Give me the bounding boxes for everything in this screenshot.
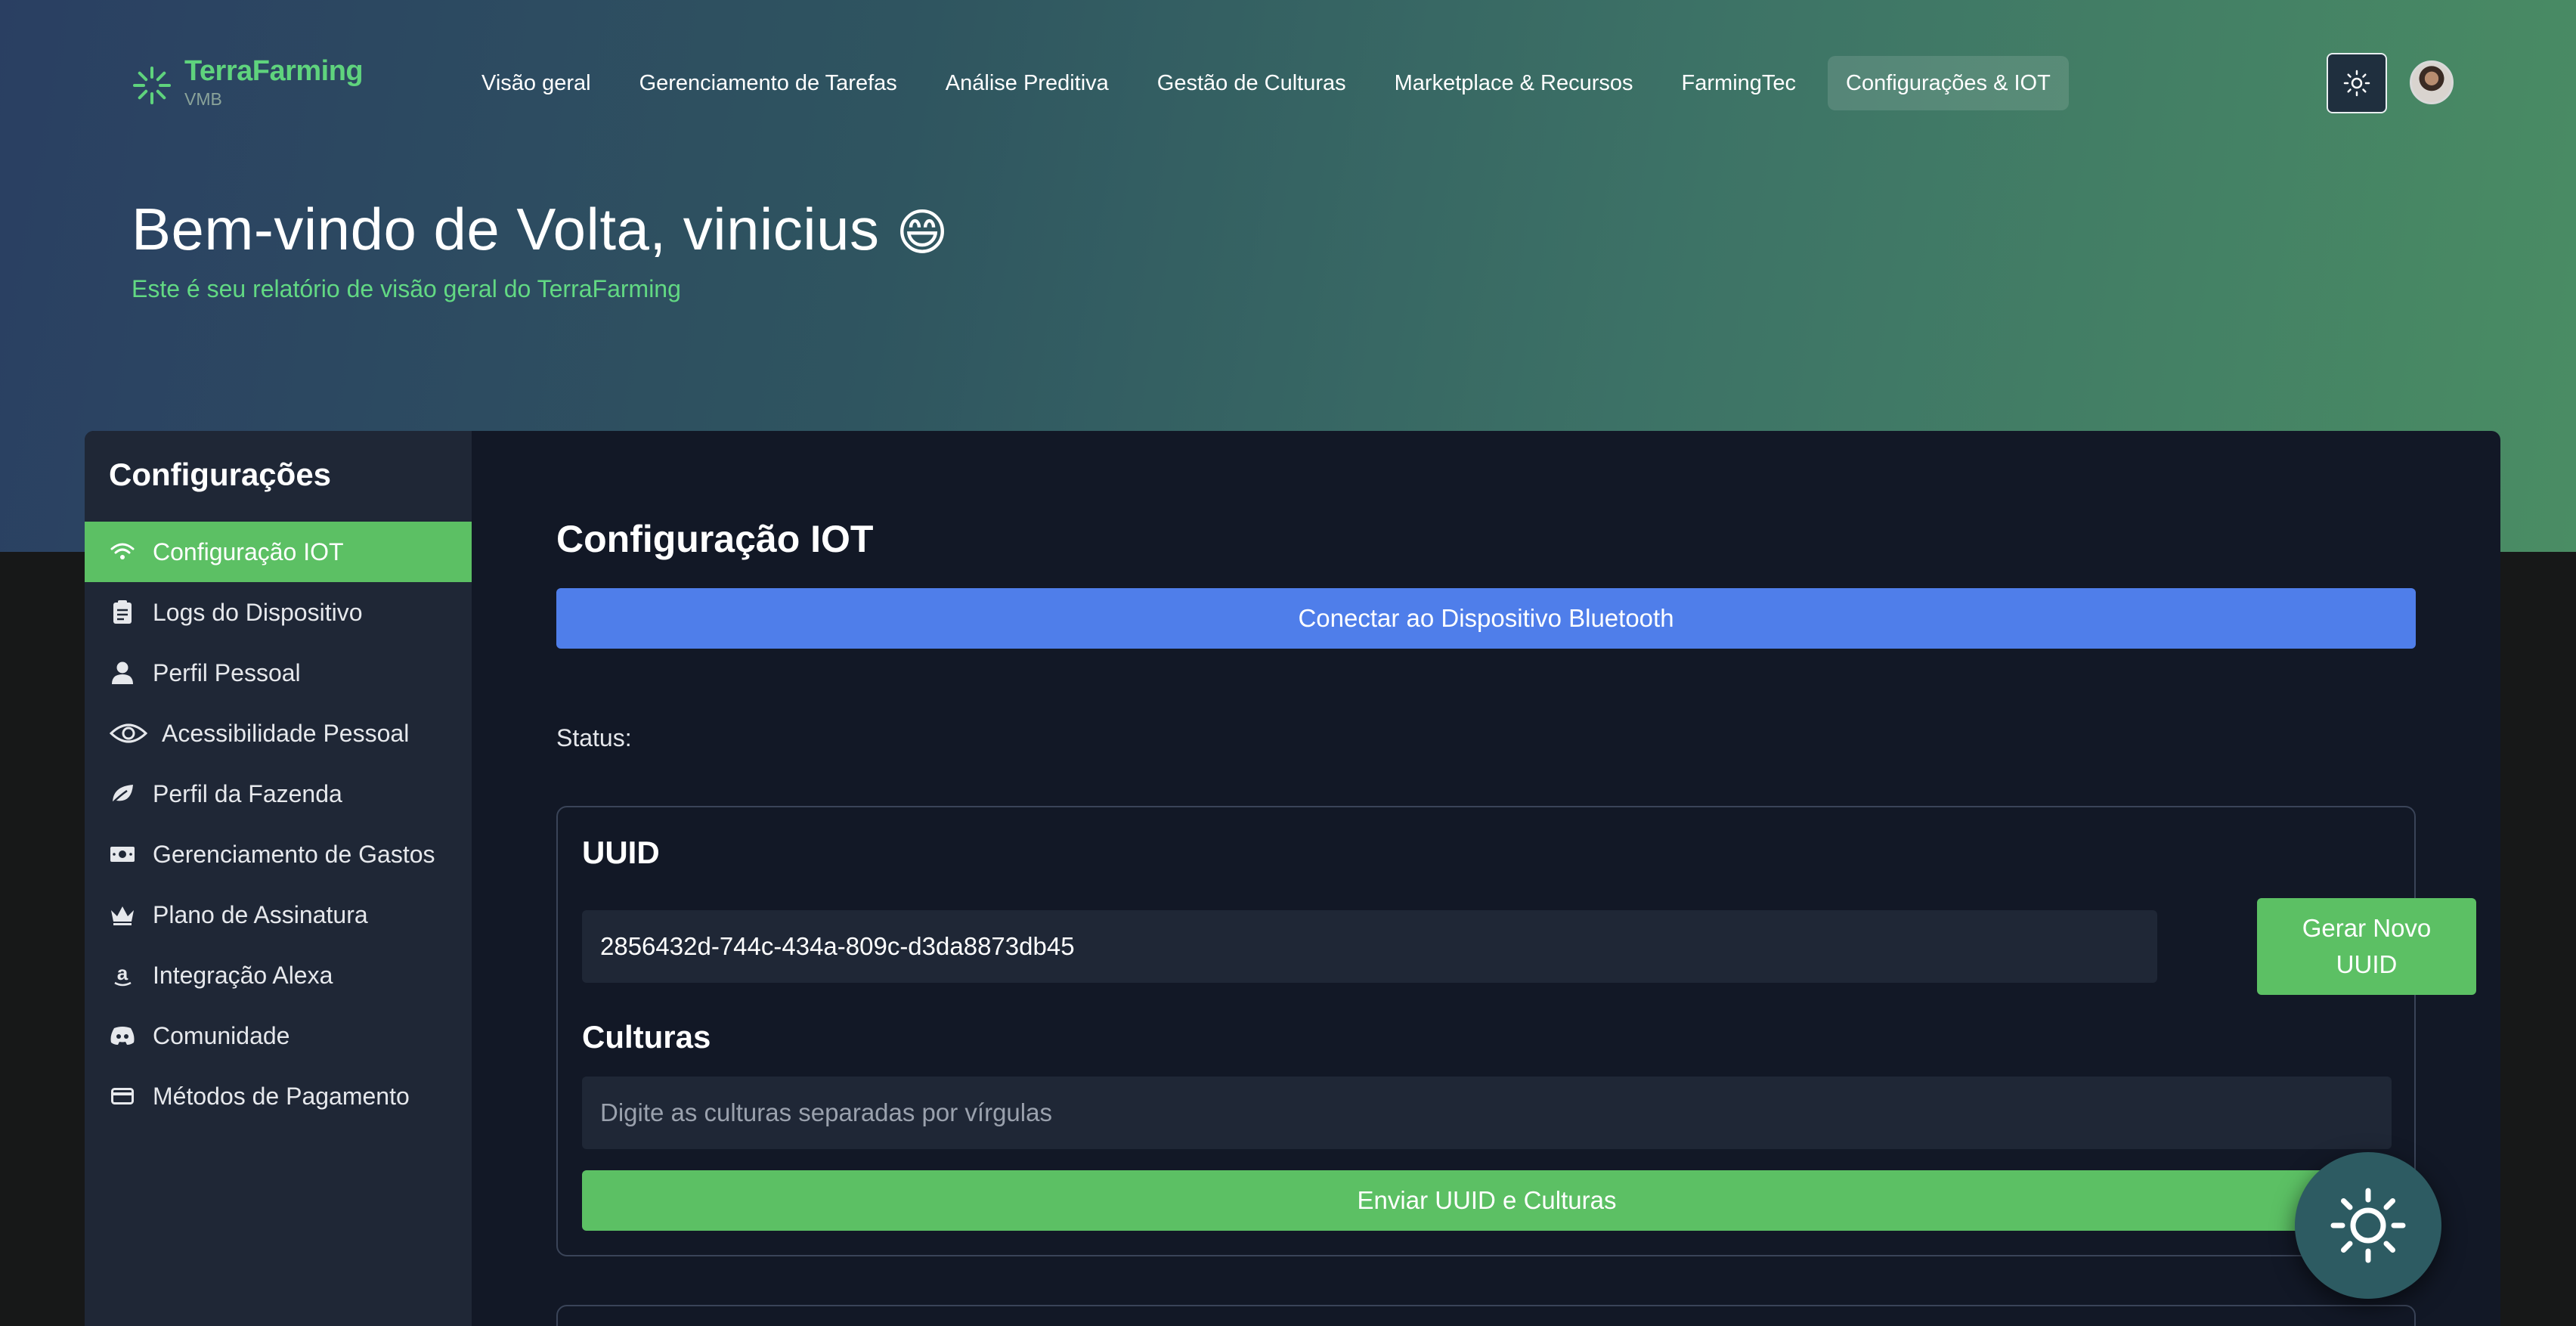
sidebar-list: Configuração IOT Logs do Dispositivo Per…: [85, 522, 472, 1126]
sidebar-item-gerenciamento-gastos[interactable]: Gerenciamento de Gastos: [85, 824, 472, 885]
sidebar-item-plano-assinatura[interactable]: Plano de Assinatura: [85, 885, 472, 945]
sprout-logo-icon: [133, 67, 171, 104]
crown-icon: [109, 901, 136, 928]
sidebar-item-perfil-fazenda[interactable]: Perfil da Fazenda: [85, 764, 472, 824]
sidebar-item-label: Acessibilidade Pessoal: [162, 719, 410, 747]
sidebar-item-configuracao-iot[interactable]: Configuração IOT: [85, 522, 472, 582]
cultures-label: Culturas: [582, 1019, 711, 1055]
brand-name: TerraFarming: [184, 55, 364, 87]
theme-fab-button[interactable]: [2295, 1152, 2441, 1299]
user-icon: [109, 659, 136, 686]
sidebar-item-label: Configuração IOT: [153, 538, 344, 565]
sidebar-item-comunidade[interactable]: Comunidade: [85, 1005, 472, 1066]
brand-sub: VMB: [184, 89, 222, 109]
sun-icon: [2343, 70, 2370, 97]
nav-marketplace[interactable]: Marketplace & Recursos: [1370, 56, 1658, 110]
leaf-icon: [109, 780, 136, 807]
send-uuid-cultures-button[interactable]: Enviar UUID e Culturas: [582, 1170, 2392, 1231]
wifi-icon: [109, 538, 136, 565]
nav-configuracoes-iot[interactable]: Configurações & IOT: [1828, 56, 2069, 110]
sidebar-item-logs-dispositivo[interactable]: Logs do Dispositivo: [85, 582, 472, 643]
sidebar-item-label: Plano de Assinatura: [153, 900, 368, 928]
brand-logo[interactable]: TerraFarming VMB: [130, 51, 364, 109]
sidebar-item-integracao-alexa[interactable]: a Integração Alexa: [85, 945, 472, 1005]
nav-gerenciamento-tarefas[interactable]: Gerenciamento de Tarefas: [615, 56, 921, 110]
uuid-label: UUID: [582, 835, 660, 870]
uuid-field[interactable]: [582, 910, 2157, 983]
generate-uuid-button[interactable]: Gerar Novo UUID: [2257, 898, 2476, 995]
uuid-card: UUID Gerar Novo UUID Culturas Enviar UUI…: [556, 806, 2476, 1256]
nav-gestao-culturas[interactable]: Gestão de Culturas: [1133, 56, 1370, 110]
status-label: Status:: [556, 724, 632, 751]
welcome-subtitle: Este é seu relatório de visão geral do T…: [132, 275, 681, 302]
nav-farmingtec[interactable]: FarmingTec: [1658, 56, 1821, 110]
page-title: Configuração IOT: [556, 518, 874, 560]
sidebar-item-perfil-pessoal[interactable]: Perfil Pessoal: [85, 643, 472, 703]
clipboard-icon: [109, 599, 136, 626]
credit-card-icon: [109, 1083, 136, 1110]
cultures-input[interactable]: [582, 1077, 2392, 1149]
sidebar-item-label: Perfil Pessoal: [153, 658, 301, 686]
connect-bluetooth-button[interactable]: Conectar ao Dispositivo Bluetooth: [556, 588, 2416, 649]
sidebar-item-label: Perfil da Fazenda: [153, 779, 342, 807]
welcome-heading: Bem-vindo de Volta, vinicius 😄: [132, 195, 949, 264]
sidebar-item-label: Gerenciamento de Gastos: [153, 840, 435, 868]
sidebar-item-metodos-pagamento[interactable]: Métodos de Pagamento: [85, 1066, 472, 1126]
sidebar-item-label: Comunidade: [153, 1021, 290, 1049]
user-avatar[interactable]: [2410, 60, 2454, 104]
theme-toggle-button[interactable]: [2327, 53, 2387, 113]
amazon-icon: a: [109, 962, 136, 989]
sidebar-title: Configurações: [109, 457, 332, 492]
sun-icon: [2330, 1188, 2406, 1263]
grin-emoji-icon: 😄: [896, 204, 949, 260]
secondary-card: [556, 1305, 2416, 1326]
money-icon: [109, 841, 136, 868]
settings-sidebar: Configurações Configuração IOT Logs do D…: [85, 431, 472, 1326]
nav-analise-preditiva[interactable]: Análise Preditiva: [921, 56, 1133, 110]
nav-visao-geral[interactable]: Visão geral: [457, 56, 615, 110]
discord-icon: [109, 1022, 136, 1049]
welcome-text: Bem-vindo de Volta, vinicius: [132, 196, 880, 262]
main-menu: Visão geral Gerenciamento de Tarefas Aná…: [457, 56, 2069, 110]
sidebar-item-label: Métodos de Pagamento: [153, 1082, 410, 1110]
settings-panel: Configurações Configuração IOT Logs do D…: [85, 431, 2500, 1326]
sidebar-item-label: Logs do Dispositivo: [153, 598, 363, 626]
svg-text:a: a: [117, 963, 128, 984]
sidebar-item-acessibilidade[interactable]: Acessibilidade Pessoal: [85, 703, 472, 764]
top-navbar: TerraFarming VMB Visão geral Gerenciamen…: [0, 0, 2576, 166]
sidebar-item-label: Integração Alexa: [153, 961, 333, 989]
eye-icon: [109, 720, 148, 747]
